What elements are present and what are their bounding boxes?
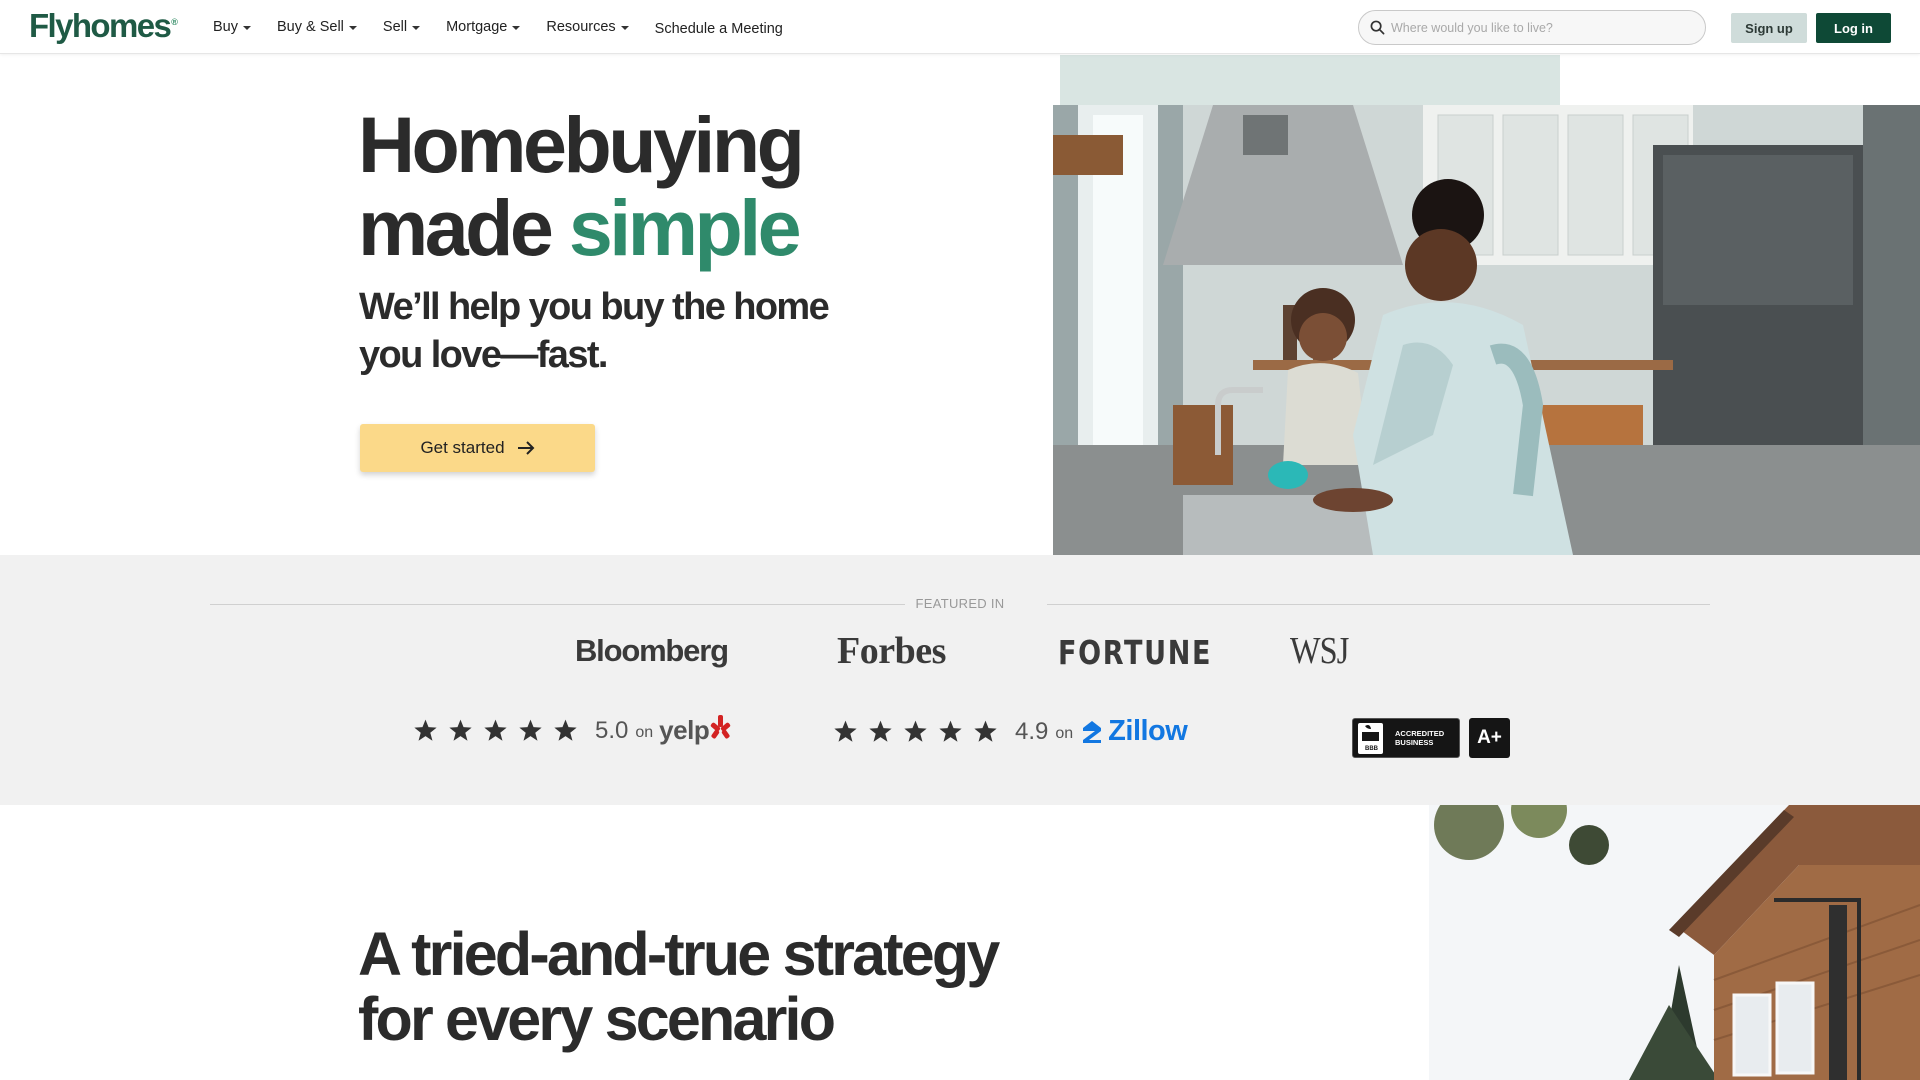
registered-mark: ® [171,17,178,27]
star-icon [414,719,437,741]
zillow-rating[interactable]: 4.9 on Zillow [833,715,1188,748]
get-started-label: Get started [420,438,505,457]
star-icon [519,719,542,741]
bbb-accredited-badge[interactable]: BBB ACCREDITED BUSINESS [1352,718,1460,758]
hero-title-line2: made [358,183,569,272]
fortune-logo[interactable]: FORTUNE [1058,633,1212,672]
yelp-stars [413,718,578,743]
bbb-label-line2: BUSINESS [1395,738,1434,747]
star-icon [939,720,962,742]
bbb-grade-badge[interactable]: A+ [1469,718,1510,758]
log-in-button[interactable]: Log in [1816,13,1891,43]
search-input[interactable] [1391,20,1691,35]
yelp-on-text: on [635,723,654,741]
menu-label: Sell [382,19,408,35]
wsj-logo[interactable]: WSJ [1290,629,1349,673]
zillow-rating-value: 4.9 [1015,717,1049,745]
star-icon [974,720,997,742]
menu-label: Buy & Sell [277,19,344,35]
menu-buy[interactable]: Buy [213,19,251,35]
menu-sell[interactable]: Sell [382,19,421,35]
arrow-right-icon [517,441,534,455]
sign-up-button[interactable]: Sign up [1731,13,1807,43]
featured-in-label: FEATURED IN [0,596,1920,611]
bbb-mark-text: BBB [1365,746,1378,752]
forbes-logo[interactable]: Forbes [837,629,946,673]
chevron-down-icon [243,25,251,30]
zillow-logo: Zillow [1108,715,1188,747]
main-menu: Buy Buy & Sell Sell Mortgage Resources S… [213,0,783,54]
strategy-heading: A tried-and-true strategy for every scen… [358,920,1000,1053]
star-icon [904,720,927,742]
logo-text: Flyhomes [29,7,172,44]
star-icon [834,720,857,742]
chevron-down-icon [512,25,521,30]
yelp-rating-value: 5.0 [595,716,629,744]
bbb-label-line1: ACCREDITED [1395,729,1445,738]
star-icon [484,719,507,741]
get-started-button[interactable]: Get started [360,424,595,472]
hero-kitchen-photo [1053,105,1920,555]
location-search[interactable] [1358,10,1706,45]
yelp-logo: yelp [659,715,710,745]
search-icon [1370,20,1385,35]
strategy-heading-line1: A tried-and-true strategy [358,920,1000,988]
chevron-down-icon [412,25,421,30]
menu-mortgage[interactable]: Mortgage [446,19,521,35]
featured-section: FEATURED IN Bloomberg Forbes FORTUNE WSJ… [0,555,1920,805]
featured-in-text: FEATURED IN [905,596,1015,611]
strategy-heading-line2: for every scenario [358,985,836,1053]
hero-title: Homebuying made simple [358,100,805,272]
chevron-down-icon [348,25,357,30]
yelp-burst-icon [711,714,731,738]
menu-resources[interactable]: Resources [546,19,629,35]
hero-title-line1: Homebuying [358,100,805,189]
zillow-on-text: on [1055,724,1074,742]
menu-label: Mortgage [446,19,508,35]
flyhomes-logo[interactable]: Flyhomes® [29,7,178,45]
yelp-rating[interactable]: 5.0 on yelp [413,714,732,746]
zillow-stars [833,719,998,744]
hero-subtitle: We’ll help you buy the home you love—fas… [359,286,830,376]
hero-title-accent: simple [568,183,802,272]
zillow-z-icon [1083,720,1102,743]
house-exterior-photo [1429,805,1920,1080]
star-icon [869,720,892,742]
star-icon [449,719,472,741]
star-icon [554,719,577,741]
top-navbar: Flyhomes® Buy Buy & Sell Sell Mortgage R… [0,0,1920,54]
menu-label: Buy [213,19,238,35]
bloomberg-logo[interactable]: Bloomberg [575,633,729,669]
menu-buy-and-sell[interactable]: Buy & Sell [277,19,357,35]
schedule-meeting-link[interactable]: Schedule a Meeting [655,21,783,37]
hero-accent-block [1060,55,1560,105]
chevron-down-icon [620,25,629,30]
bbb-label: ACCREDITED BUSINESS [1395,729,1444,747]
menu-label: Resources [546,19,616,35]
